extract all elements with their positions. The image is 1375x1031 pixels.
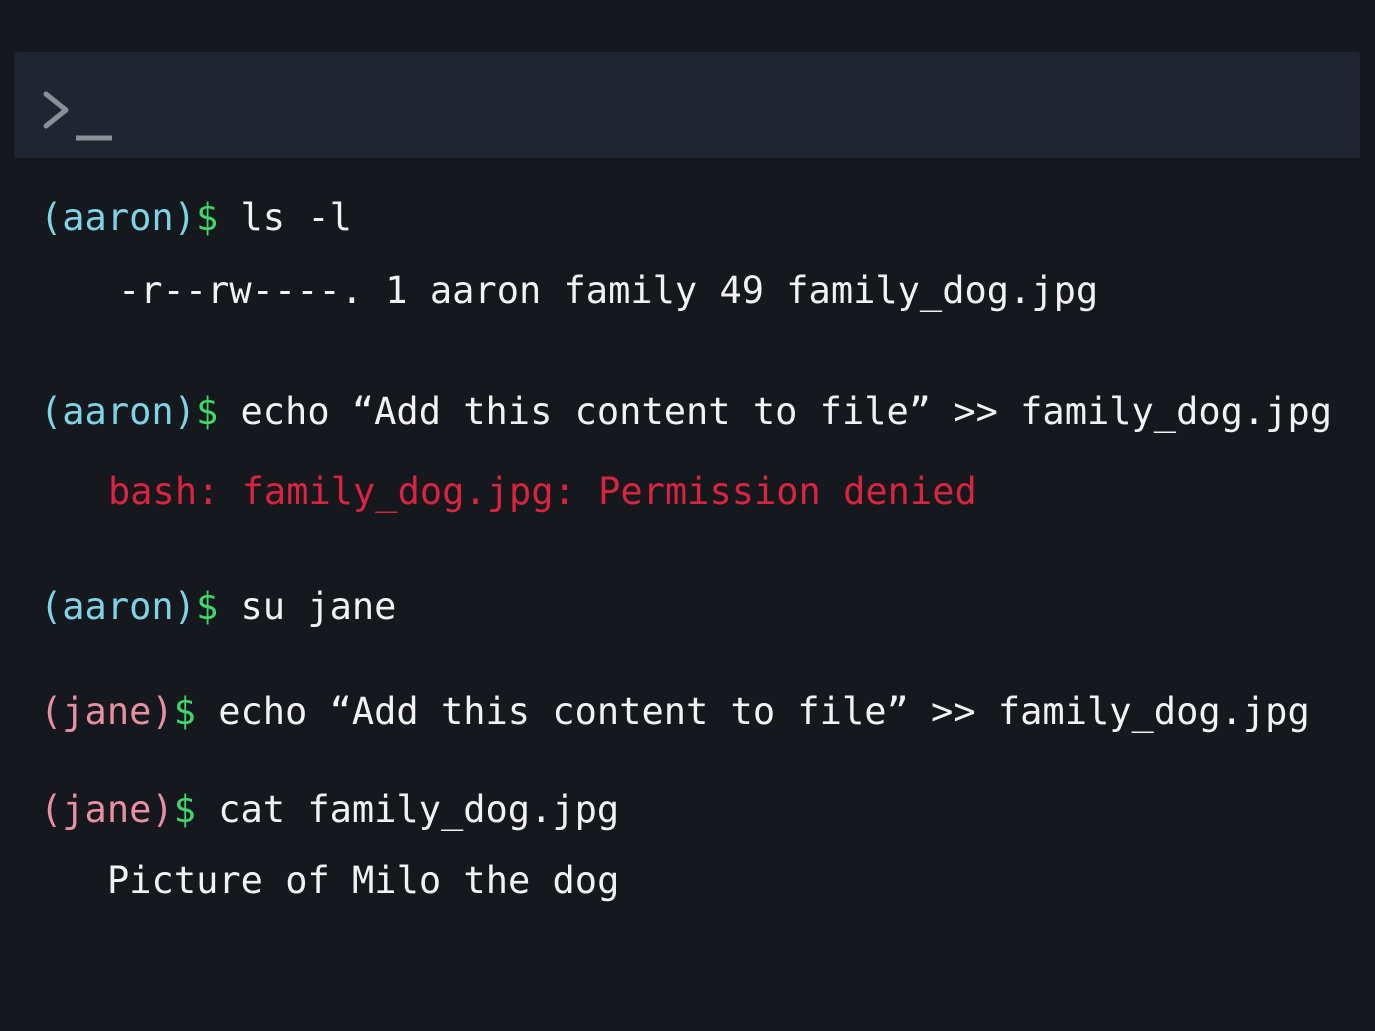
prompt-symbol: $: [195, 390, 219, 433]
prompt-symbol: $: [195, 196, 219, 239]
prompt-symbol: $: [173, 690, 196, 733]
terminal-prompt-icon: [43, 91, 112, 141]
prompt-symbol: $: [195, 585, 219, 628]
user-prompt: (aaron): [40, 390, 196, 433]
command-line: (aaron)$ ls -l: [40, 196, 352, 240]
output-line: -r--rw----. 1 aaron family 49 family_dog…: [118, 269, 1099, 312]
command-text: echo “Add this content to file” >> famil…: [218, 390, 1333, 433]
terminal-header-bar: [14, 52, 1360, 158]
output-line: Picture of Milo the dog: [107, 859, 620, 902]
command-text: ls -l: [218, 196, 352, 239]
command-text: echo “Add this content to file” >> famil…: [195, 690, 1310, 733]
command-text: cat family_dog.jpg: [195, 788, 620, 831]
user-prompt: (aaron): [40, 196, 196, 239]
command-text: su jane: [218, 585, 397, 628]
prompt-symbol: $: [173, 788, 196, 831]
command-line: (aaron)$ echo “Add this content to file”…: [40, 390, 1332, 434]
user-prompt: (jane): [40, 788, 174, 831]
command-line: (aaron)$ su jane: [40, 585, 396, 629]
user-prompt: (jane): [40, 690, 174, 733]
command-line: (jane)$ echo “Add this content to file” …: [40, 690, 1310, 734]
command-line: (jane)$ cat family_dog.jpg: [40, 788, 619, 832]
user-prompt: (aaron): [40, 585, 196, 628]
error-output-line: bash: family_dog.jpg: Permission denied: [108, 470, 977, 513]
